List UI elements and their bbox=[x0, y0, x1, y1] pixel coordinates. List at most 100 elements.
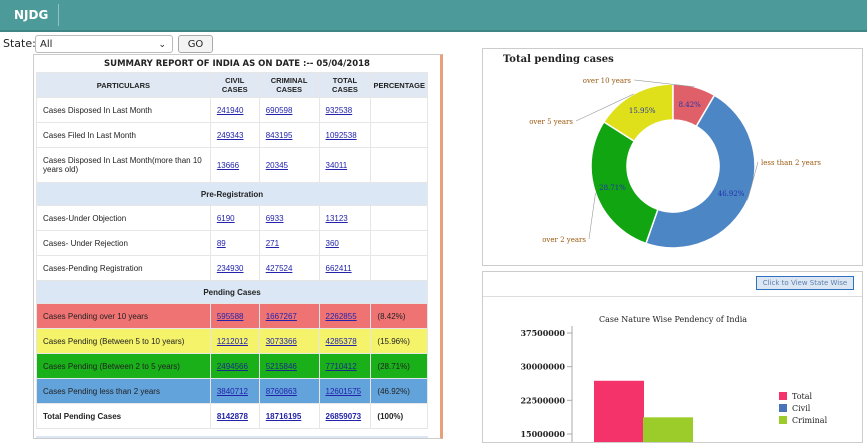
civil-count-link[interactable]: 3840712 bbox=[217, 387, 248, 396]
criminal-count-link[interactable]: 690598 bbox=[266, 106, 293, 115]
criminal-count-link[interactable]: 5215846 bbox=[266, 362, 297, 371]
total-count-link[interactable]: 360 bbox=[326, 239, 339, 248]
civil-count-link[interactable]: 6190 bbox=[217, 214, 235, 223]
total-count-link[interactable]: 34011 bbox=[326, 161, 348, 170]
criminal-count-link[interactable]: 3073366 bbox=[266, 337, 297, 346]
y-tick-label: 37500000 bbox=[520, 328, 565, 338]
percentage-cell: (100%) bbox=[370, 403, 428, 429]
legend-swatch bbox=[779, 392, 787, 400]
legend-label: Civil bbox=[792, 404, 811, 413]
y-tick-label: 22500000 bbox=[520, 395, 565, 405]
pie-slice-category-label: over 2 years bbox=[542, 236, 586, 244]
civil-count-link[interactable]: 2494566 bbox=[217, 362, 248, 371]
table-header-row: PARTICULARS CIVIL CASES CRIMINAL CASES T… bbox=[36, 72, 428, 98]
total-count-link[interactable]: 1092538 bbox=[326, 131, 357, 140]
criminal-count-link[interactable]: 271 bbox=[266, 239, 279, 248]
civil-count-link[interactable]: 595588 bbox=[217, 312, 244, 321]
pie-label-connector bbox=[588, 192, 596, 240]
civil-count-link[interactable]: 8142878 bbox=[217, 412, 248, 421]
row-label: Cases Disposed In Last Month(more than 1… bbox=[36, 147, 211, 183]
criminal-count-link[interactable]: 1667267 bbox=[266, 312, 297, 321]
table-row: Cases Disposed In Last Month 241940 6905… bbox=[36, 97, 428, 123]
row-label: Cases Pending less than 2 years bbox=[36, 378, 211, 404]
total-count-link[interactable]: 2262855 bbox=[326, 312, 357, 321]
total-count-link[interactable]: 26859073 bbox=[326, 412, 362, 421]
row-label: Cases Disposed In Last Month bbox=[36, 97, 211, 123]
criminal-count-link[interactable]: 6933 bbox=[266, 214, 284, 223]
percentage-cell bbox=[370, 205, 428, 231]
criminal-count-link[interactable]: 20345 bbox=[266, 161, 288, 170]
pie-slice-category-label: over 10 years bbox=[583, 77, 632, 85]
legend-swatch bbox=[779, 416, 787, 424]
bar-chart-title: Case Nature Wise Pendency of India bbox=[599, 315, 747, 324]
pre-registration-heading: Pre-Registration bbox=[36, 182, 428, 206]
state-select-value: All bbox=[40, 39, 53, 50]
percentage-cell bbox=[370, 230, 428, 256]
civil-count-link[interactable]: 13666 bbox=[217, 161, 239, 170]
table-row: Cases Pending less than 2 years 3840712 … bbox=[36, 378, 428, 404]
pie-slice-percent-label: 28.71% bbox=[599, 184, 626, 192]
pie-slice-category-label: over 5 years bbox=[529, 118, 573, 126]
table-row: Cases Pending (Between 5 to 10 years) 12… bbox=[36, 328, 428, 354]
civil-count-link[interactable]: 241940 bbox=[217, 106, 244, 115]
table-footer-strip bbox=[36, 436, 428, 438]
total-count-link[interactable]: 662411 bbox=[326, 264, 352, 273]
divider bbox=[483, 296, 862, 297]
criminal-count-link[interactable]: 8760863 bbox=[266, 387, 297, 396]
header-particulars: PARTICULARS bbox=[36, 72, 211, 98]
section-header-row: Pre-Registration bbox=[36, 182, 428, 206]
row-label: Cases-Under Objection bbox=[36, 205, 211, 231]
chevron-down-icon: ⌄ bbox=[158, 40, 166, 50]
criminal-count-link[interactable]: 18716195 bbox=[266, 412, 302, 421]
top-navbar: NJDG bbox=[0, 0, 867, 32]
pie-slice-percent-label: 15.95% bbox=[629, 107, 656, 115]
table-row: Cases Pending (Between 2 to 5 years) 249… bbox=[36, 353, 428, 379]
pie-slice-percent-label: 8.42% bbox=[679, 101, 702, 109]
percentage-cell bbox=[370, 97, 428, 123]
pending-cases-heading: Pending Cases bbox=[36, 280, 428, 304]
pie-chart-panel: Total pending cases 46.92% less than 2 ye… bbox=[482, 48, 863, 266]
header-criminal: CRIMINAL CASES bbox=[258, 72, 320, 98]
go-button[interactable]: GO bbox=[178, 35, 213, 53]
legend-swatch bbox=[779, 404, 787, 412]
pie-slice-percent-label: 46.92% bbox=[718, 190, 745, 198]
total-count-link[interactable]: 7710412 bbox=[326, 362, 357, 371]
summary-table: PARTICULARS CIVIL CASES CRIMINAL CASES T… bbox=[36, 72, 428, 429]
row-label: Cases Pending (Between 5 to 10 years) bbox=[36, 328, 211, 354]
table-row: Cases Pending over 10 years 595588 16672… bbox=[36, 303, 428, 329]
total-count-link[interactable]: 4285378 bbox=[326, 337, 357, 346]
y-tick-label: 15000000 bbox=[520, 429, 565, 439]
table-row: Cases- Under Rejection 89 271 360 bbox=[36, 230, 428, 256]
bar-chart-panel: Click to View State Wise Case Nature Wis… bbox=[482, 271, 863, 443]
y-tick-label: 30000000 bbox=[520, 362, 565, 372]
percentage-cell: (28.71%) bbox=[370, 353, 428, 379]
percentage-cell bbox=[370, 122, 428, 148]
app-logo[interactable]: NJDG bbox=[6, 4, 60, 26]
criminal-count-link[interactable]: 843195 bbox=[266, 131, 293, 140]
row-label: Cases Pending (Between 2 to 5 years) bbox=[36, 353, 211, 379]
percentage-cell bbox=[370, 147, 428, 183]
total-count-link[interactable]: 12601575 bbox=[326, 387, 362, 396]
total-count-link[interactable]: 13123 bbox=[326, 214, 348, 223]
civil-count-link[interactable]: 234930 bbox=[217, 264, 244, 273]
pending-cases-donut-chart: 46.92% less than 2 years 28.71% over 2 year… bbox=[529, 77, 821, 249]
bar-criminal[interactable] bbox=[643, 417, 693, 442]
civil-count-link[interactable]: 1212012 bbox=[217, 337, 248, 346]
criminal-count-link[interactable]: 427524 bbox=[266, 264, 293, 273]
state-select[interactable]: All ⌄ bbox=[35, 35, 173, 53]
civil-count-link[interactable]: 89 bbox=[217, 239, 226, 248]
summary-report-panel: SUMMARY REPORT OF INDIA AS ON DATE :-- 0… bbox=[33, 54, 443, 439]
civil-count-link[interactable]: 249343 bbox=[217, 131, 244, 140]
total-count-link[interactable]: 932538 bbox=[326, 106, 353, 115]
header-percentage: PERCENTAGE bbox=[370, 72, 428, 98]
pie-slice[interactable] bbox=[590, 120, 659, 245]
row-label: Cases- Under Rejection bbox=[36, 230, 211, 256]
row-label: Total Pending Cases bbox=[36, 403, 211, 429]
bar-total[interactable] bbox=[594, 380, 644, 442]
view-state-wise-button[interactable]: Click to View State Wise bbox=[756, 276, 854, 290]
header-total: TOTAL CASES bbox=[318, 72, 372, 98]
section-header-row: Pending Cases bbox=[36, 280, 428, 304]
table-row: Cases-Under Objection 6190 6933 13123 bbox=[36, 205, 428, 231]
row-label: Cases-Pending Registration bbox=[36, 255, 211, 281]
table-row: Cases-Pending Registration 234930 427524… bbox=[36, 255, 428, 281]
